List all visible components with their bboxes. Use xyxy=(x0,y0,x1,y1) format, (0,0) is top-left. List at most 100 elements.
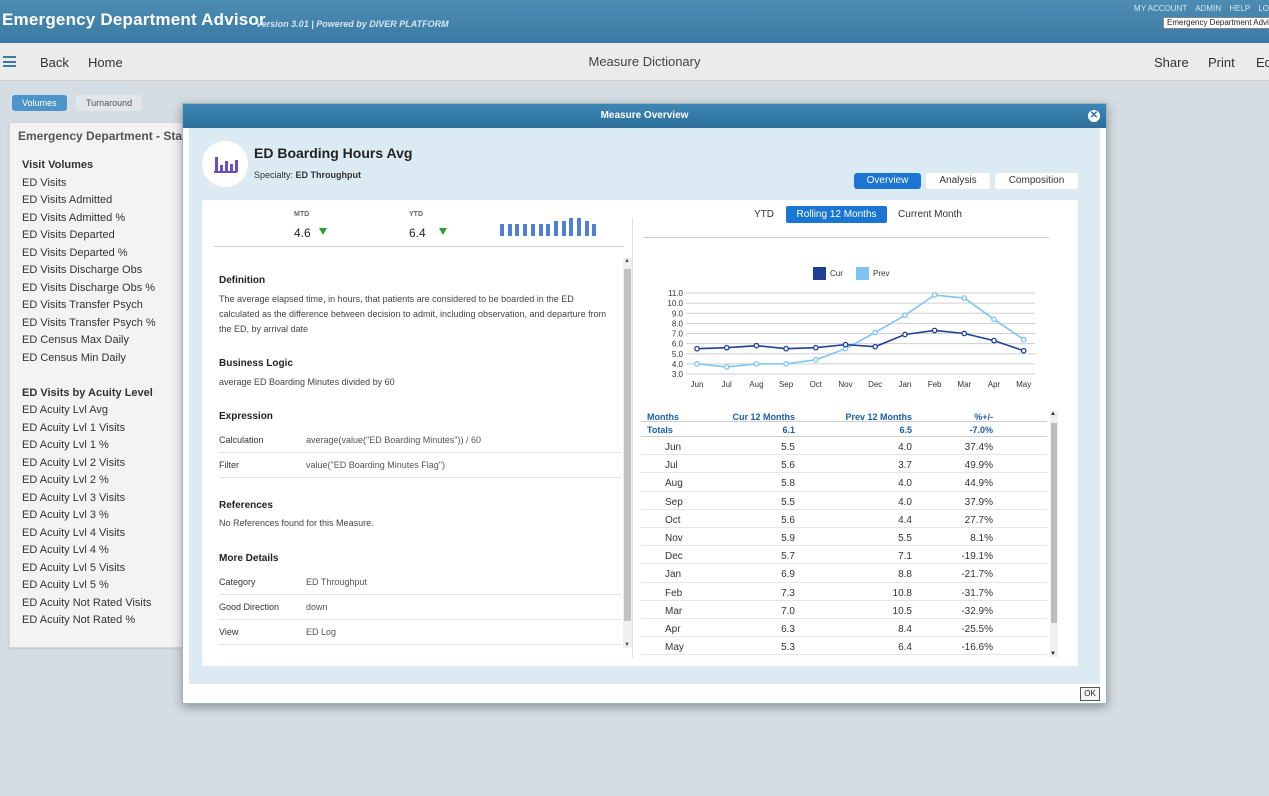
table-cell: 37.9% xyxy=(964,496,993,508)
scroll-down-icon[interactable]: ▼ xyxy=(1050,651,1056,657)
list-item[interactable]: ED Acuity Lvl 1 Visits xyxy=(22,420,156,438)
scroll-down-icon[interactable]: ▼ xyxy=(624,642,630,648)
app-select[interactable]: Emergency Department Advisor xyxy=(1163,17,1269,29)
spark-bar xyxy=(538,224,543,236)
table-cell: 5.6 xyxy=(781,514,795,526)
table-cell: 5.3 xyxy=(781,642,795,654)
good-direction-value: down xyxy=(306,602,328,612)
spark-bar xyxy=(507,224,512,236)
tab-rolling-12-months[interactable]: Rolling 12 Months xyxy=(786,206,887,223)
tab-volumes[interactable]: Volumes xyxy=(12,95,67,111)
list-item[interactable]: ED Acuity Lvl 2 Visits xyxy=(22,455,156,473)
definition-scrollbar[interactable]: ▲ ▼ xyxy=(623,258,632,648)
list-item[interactable]: ED Visits Departed xyxy=(22,227,156,245)
down-arrow-icon xyxy=(439,228,447,235)
ytd-value: 6.4 xyxy=(409,226,426,240)
list-item[interactable]: ED Visits Departed % xyxy=(22,245,156,263)
data-point-prev xyxy=(812,356,819,363)
tab-overview[interactable]: Overview xyxy=(854,173,921,189)
legend-prev-swatch xyxy=(856,267,869,280)
edit-button[interactable]: Ed xyxy=(1256,55,1269,70)
table-row: Oct 5.6 4.4 27.7% xyxy=(641,510,1047,528)
table-cell: 4.0 xyxy=(898,442,912,453)
table-row: Jan 6.9 8.8 -21.7% xyxy=(641,564,1047,583)
spark-bar xyxy=(553,221,558,236)
list-item[interactable]: ED Acuity Lvl 2 % xyxy=(22,472,156,490)
my-account-link[interactable]: MY ACCOUNT xyxy=(1134,4,1187,13)
down-arrow-icon xyxy=(319,228,327,235)
list-item[interactable]: ED Acuity Lvl 5 % xyxy=(22,577,156,595)
list-item[interactable]: ED Acuity Not Rated % xyxy=(22,612,156,630)
table-row: Sep 5.5 4.0 37.9% xyxy=(641,492,1047,510)
help-link[interactable]: HELP xyxy=(1229,4,1250,13)
x-tick-label: Mar xyxy=(957,380,971,389)
col-prev: Prev 12 Months xyxy=(845,412,912,422)
logout-link[interactable]: LO xyxy=(1258,4,1269,13)
category-label: Category xyxy=(219,577,256,587)
ok-button[interactable]: OK xyxy=(1080,687,1100,701)
y-tick-label: 11.0 xyxy=(668,290,684,298)
view-label: View xyxy=(219,627,239,637)
measure-list: Visit Volumes ED Visits ED Visits Admitte… xyxy=(22,157,156,630)
table-cell: 7.0 xyxy=(781,605,795,617)
table-cell: 5.5 xyxy=(781,496,795,508)
list-item[interactable]: ED Acuity Lvl 4 % xyxy=(22,542,156,560)
table-cell: 6.3 xyxy=(781,623,795,635)
tab-current-month[interactable]: Current Month xyxy=(892,206,968,223)
tab-turnaround[interactable]: Turnaround xyxy=(75,95,143,111)
list-item[interactable]: ED Visits Transfer Psych % xyxy=(22,315,156,333)
tab-composition[interactable]: Composition xyxy=(995,173,1078,189)
list-item[interactable]: ED Visits Admitted xyxy=(22,192,156,210)
data-point-prev xyxy=(783,361,789,367)
scroll-up-icon[interactable]: ▲ xyxy=(624,258,630,264)
list-item[interactable]: ED Visits Discharge Obs % xyxy=(22,280,156,298)
table-cell: 10.5 xyxy=(892,605,912,617)
calculation-label: Calculation xyxy=(219,435,264,445)
x-tick-label: Jun xyxy=(691,380,704,389)
table-cell: 6.4 xyxy=(898,642,912,654)
y-tick-label: 3.0 xyxy=(672,370,684,379)
data-point-cur xyxy=(872,343,879,350)
list-item[interactable]: ED Acuity Lvl 1 % xyxy=(22,437,156,455)
measure-list-panel: Emergency Department - Sta Visit Volumes… xyxy=(9,122,199,648)
list-item[interactable]: ED Acuity Not Rated Visits xyxy=(22,595,156,613)
table-row: Mar 7.0 10.5 -32.9% xyxy=(641,601,1047,619)
list-item[interactable]: ED Visits Discharge Obs xyxy=(22,262,156,280)
modal-title: Measure Overview xyxy=(600,110,689,121)
list-item[interactable]: ED Visits Admitted % xyxy=(22,210,156,228)
spark-bar xyxy=(530,224,535,236)
table-header: Months Cur 12 Months Prev 12 Months %+/- xyxy=(641,409,1047,422)
x-tick-label: Dec xyxy=(868,380,882,389)
list-item[interactable]: ED Acuity Lvl 3 % xyxy=(22,507,156,525)
tab-analysis[interactable]: Analysis xyxy=(926,173,990,189)
print-button[interactable]: Print xyxy=(1208,55,1235,70)
list-item[interactable]: ED Acuity Lvl Avg xyxy=(22,402,156,420)
table-cell: 7.1 xyxy=(898,551,912,563)
table-scrollbar[interactable]: ▲ ▼ xyxy=(1050,411,1058,657)
list-item[interactable]: ED Census Min Daily xyxy=(22,350,156,368)
filter-label: Filter xyxy=(219,460,239,470)
table-cell: Aug xyxy=(665,478,683,490)
list-item[interactable]: ED Acuity Lvl 4 Visits xyxy=(22,525,156,543)
data-point-cur xyxy=(931,327,938,334)
scroll-up-icon[interactable]: ▲ xyxy=(1050,411,1056,417)
y-tick-label: 7.0 xyxy=(672,330,684,339)
list-item[interactable]: ED Census Max Daily xyxy=(22,332,156,350)
share-button[interactable]: Share xyxy=(1154,55,1189,70)
data-point-cur xyxy=(842,341,849,348)
data-point-prev xyxy=(991,316,997,323)
divider xyxy=(214,246,624,247)
close-icon[interactable]: ✕ xyxy=(1088,110,1100,122)
list-item[interactable]: ED Acuity Lvl 3 Visits xyxy=(22,490,156,508)
definition-panel: Definition The average elapsed time, in … xyxy=(216,260,621,660)
admin-link[interactable]: ADMIN xyxy=(1195,4,1221,13)
list-item[interactable]: ED Visits Transfer Psych xyxy=(22,297,156,315)
scroll-thumb[interactable] xyxy=(624,269,631,621)
data-point-cur xyxy=(961,330,968,337)
totals-prev: 6.5 xyxy=(899,425,912,435)
list-item[interactable]: ED Acuity Lvl 5 Visits xyxy=(22,560,156,578)
tab-ytd[interactable]: YTD xyxy=(747,206,781,223)
table-row: May 5.3 6.4 -16.6% xyxy=(641,637,1047,656)
scroll-thumb[interactable] xyxy=(1051,423,1057,623)
list-item[interactable]: ED Visits xyxy=(22,175,156,193)
